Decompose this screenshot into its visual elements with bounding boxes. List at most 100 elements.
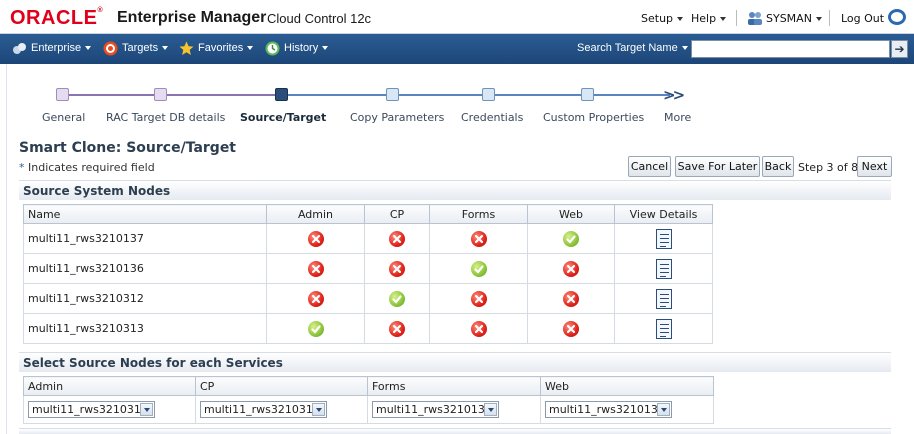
train-stop-general[interactable] xyxy=(56,88,69,101)
node-name: multi11_rws3210137 xyxy=(23,223,267,254)
services-table: Admin CP Forms Web multi11_rws3210313 mu… xyxy=(23,376,714,424)
train-label-source-target: Source/Target xyxy=(240,111,327,124)
step-indicator: Step 3 of 8 xyxy=(798,161,859,174)
train-stop-rac-target[interactable] xyxy=(154,88,167,101)
status-down-icon xyxy=(563,290,579,307)
nav-history[interactable]: History xyxy=(284,42,329,54)
view-details-icon[interactable] xyxy=(655,258,672,279)
oracle-logo: ORACLE® xyxy=(10,7,104,29)
table-row: multi11_rws3210137 xyxy=(23,223,713,254)
cp-node-select[interactable]: multi11_rws3210312 xyxy=(200,401,327,418)
star-icon xyxy=(179,41,194,55)
svc-col-cp: CP xyxy=(195,376,368,396)
status-down-icon xyxy=(389,230,405,247)
status-down-icon xyxy=(470,230,487,247)
col-admin[interactable]: Admin xyxy=(266,204,365,224)
train-label-more[interactable]: More xyxy=(664,111,691,124)
double-chevron-right-icon[interactable]: >> xyxy=(663,86,685,104)
table-row: multi11_rws3210136 xyxy=(23,253,713,284)
chevron-down-icon xyxy=(162,46,169,51)
view-details-icon[interactable] xyxy=(655,228,672,249)
train-line-done xyxy=(62,94,282,96)
status-down-icon xyxy=(389,320,405,337)
back-button[interactable]: Back xyxy=(762,156,794,177)
train-stop-copy-parameters[interactable] xyxy=(386,88,399,101)
svc-col-admin: Admin xyxy=(23,376,196,396)
train-stop-custom-properties[interactable] xyxy=(581,88,594,101)
cancel-button[interactable]: Cancel xyxy=(628,156,671,177)
status-up-icon xyxy=(389,290,405,307)
user-icon xyxy=(748,12,762,25)
status-down-icon xyxy=(307,290,324,307)
train-stop-credentials[interactable] xyxy=(482,88,495,101)
table-row: multi11_rws3210313 multi11_rws3210312 mu… xyxy=(23,395,714,424)
chevron-down-icon xyxy=(720,17,727,21)
chevron-down-icon xyxy=(247,46,254,51)
col-view-details[interactable]: View Details xyxy=(614,204,713,224)
status-down-icon xyxy=(389,260,405,277)
svc-col-forms: Forms xyxy=(367,376,541,396)
status-down-icon xyxy=(470,320,487,337)
status-down-icon xyxy=(307,260,324,277)
page-title: Smart Clone: Source/Target xyxy=(19,140,236,156)
admin-node-select[interactable]: multi11_rws3210313 xyxy=(28,401,155,418)
nav-targets[interactable]: Targets xyxy=(122,42,169,54)
status-up-icon xyxy=(307,320,324,337)
status-down-icon xyxy=(563,260,579,277)
product-title: Enterprise Manager xyxy=(117,9,267,26)
chevron-down-icon xyxy=(322,46,329,51)
search-target-input[interactable] xyxy=(691,40,890,58)
chevron-down-icon xyxy=(484,403,497,416)
status-up-icon xyxy=(470,260,487,277)
chevron-down-icon xyxy=(815,17,822,21)
global-header: ORACLE® Enterprise Manager Cloud Control… xyxy=(0,0,914,34)
user-menu[interactable]: SYSMAN xyxy=(766,12,822,25)
section-source-nodes: Source System Nodes xyxy=(19,180,891,200)
section-footer xyxy=(19,428,891,434)
history-icon xyxy=(265,41,280,56)
chevron-down-icon xyxy=(312,403,325,416)
train-label-custom-properties[interactable]: Custom Properties xyxy=(543,111,644,124)
nav-favorites[interactable]: Favorites xyxy=(198,42,254,54)
web-node-select[interactable]: multi11_rws3210137 xyxy=(545,401,672,418)
required-note: * Indicates required field xyxy=(19,161,155,174)
targets-icon xyxy=(103,41,118,56)
node-name: multi11_rws3210312 xyxy=(23,283,267,314)
status-down-icon xyxy=(307,230,324,247)
col-cp[interactable]: CP xyxy=(364,204,430,224)
search-go-button[interactable]: ➔ xyxy=(891,40,908,58)
help-menu[interactable]: Help xyxy=(691,12,727,25)
train-stop-source-target xyxy=(275,88,288,101)
col-web[interactable]: Web xyxy=(527,204,615,224)
chevron-down-icon xyxy=(681,46,688,51)
chevron-down-icon xyxy=(140,403,153,416)
forms-node-select[interactable]: multi11_rws3210136 xyxy=(372,401,499,418)
save-for-later-button[interactable]: Save For Later xyxy=(675,156,760,177)
status-down-icon xyxy=(470,290,487,307)
svc-col-web: Web xyxy=(540,376,714,396)
table-row: multi11_rws3210313 xyxy=(23,313,713,344)
train-label-rac-target[interactable]: RAC Target DB details xyxy=(106,111,225,124)
setup-menu[interactable]: Setup xyxy=(641,12,684,25)
divider xyxy=(829,10,830,26)
nav-enterprise[interactable]: Enterprise xyxy=(31,42,92,54)
col-name[interactable]: Name xyxy=(23,204,267,224)
logout-link[interactable]: Log Out xyxy=(841,12,884,25)
col-forms[interactable]: Forms xyxy=(429,204,528,224)
train-line-future xyxy=(282,94,670,96)
status-down-icon xyxy=(563,320,579,337)
enterprise-icon xyxy=(13,43,26,54)
source-nodes-table: Name Admin CP Forms Web View Details mul… xyxy=(23,204,713,344)
search-target-menu[interactable]: Search Target Name xyxy=(577,42,688,54)
chevron-down-icon xyxy=(85,46,92,51)
view-details-icon[interactable] xyxy=(655,288,672,309)
divider xyxy=(736,10,737,26)
product-edition: Cloud Control 12c xyxy=(267,11,372,26)
train-label-credentials[interactable]: Credentials xyxy=(461,111,523,124)
train-label-copy-parameters[interactable]: Copy Parameters xyxy=(350,111,444,124)
next-button[interactable]: Next xyxy=(857,156,892,177)
train-label-general[interactable]: General xyxy=(42,111,85,124)
chevron-down-icon xyxy=(657,403,670,416)
view-details-icon[interactable] xyxy=(655,318,672,339)
node-name: multi11_rws3210313 xyxy=(23,313,267,344)
